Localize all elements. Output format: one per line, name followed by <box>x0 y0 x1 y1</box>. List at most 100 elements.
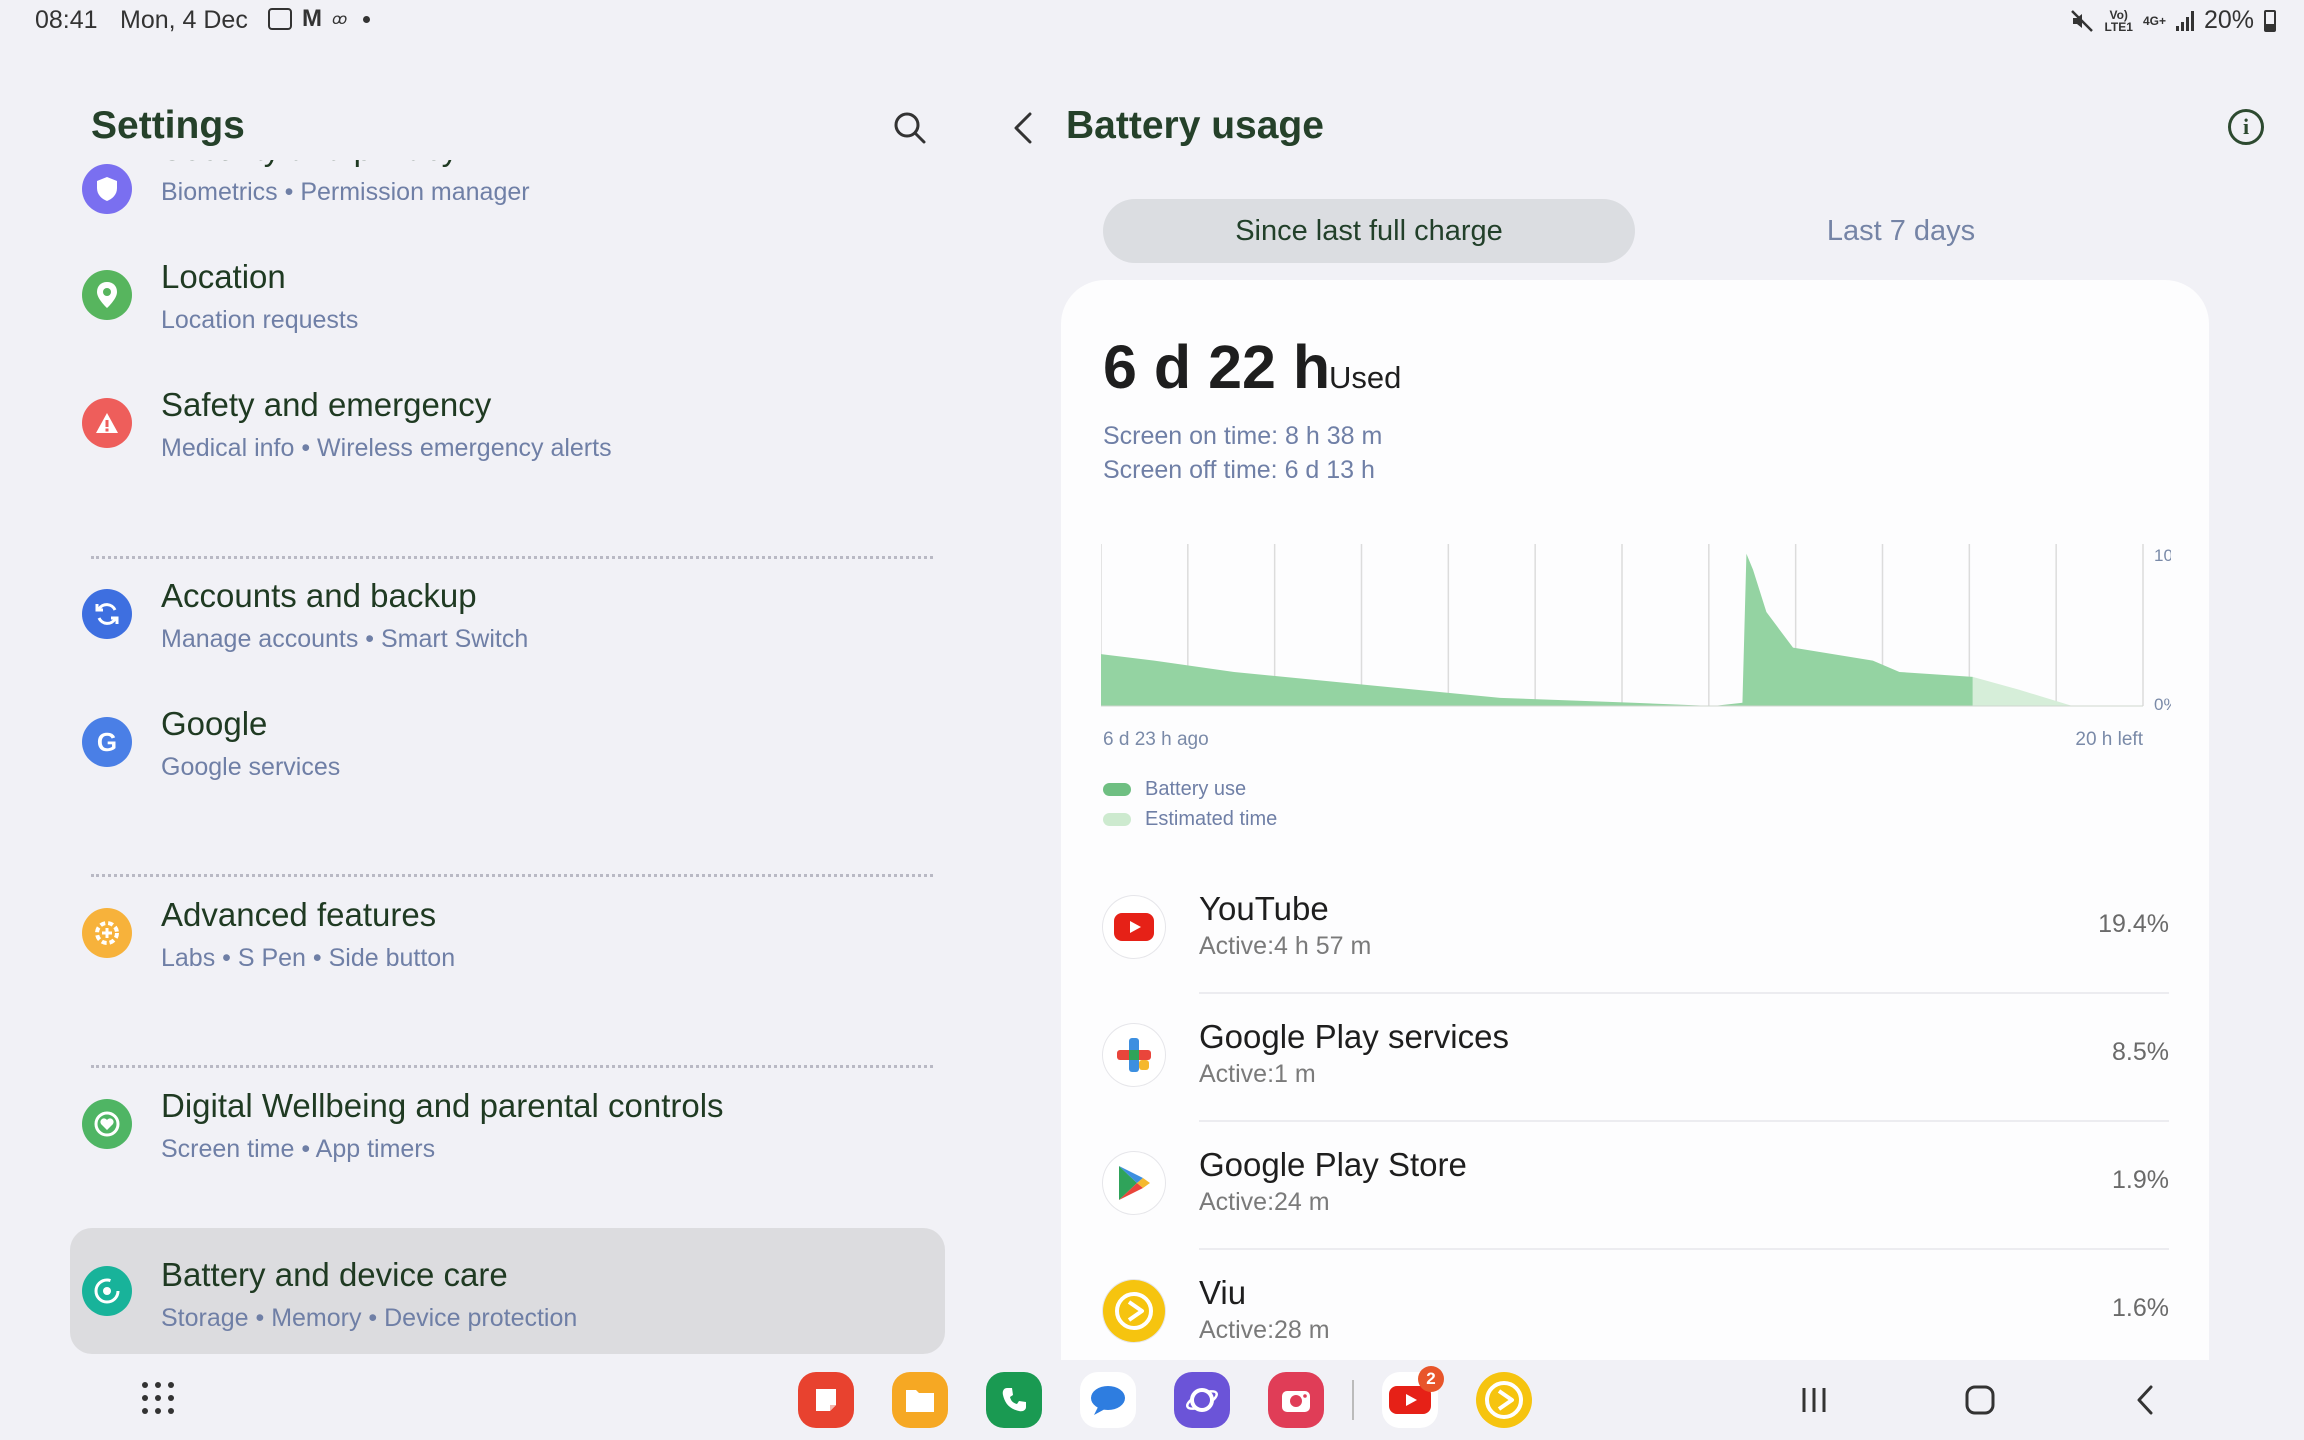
info-button[interactable]: i <box>2228 109 2264 145</box>
alert-icon <box>82 398 132 448</box>
battery-use-area <box>1101 553 1973 706</box>
recent-apps-button[interactable] <box>1792 1378 1836 1422</box>
google-icon: G <box>82 717 132 767</box>
home-icon <box>1965 1385 1995 1415</box>
x-end-label: 20 h left <box>2075 729 2143 750</box>
gmail-notification-icon: M <box>302 5 322 32</box>
app-usage-percent: 1.9% <box>2112 1166 2169 1194</box>
viu-icon[interactable] <box>1476 1372 1532 1428</box>
nav-back-button[interactable] <box>2124 1378 2168 1422</box>
tab-since-last-full-charge[interactable]: Since last full charge <box>1103 199 1635 263</box>
battery-usage-card: 6 d 22 h Used Screen on time: 8 h 38 m S… <box>1061 280 2209 1360</box>
menu-item-subtitle: Google services <box>161 753 341 781</box>
menu-item-advanced-features[interactable]: Advanced features Labs • S Pen • Side bu… <box>70 886 945 1012</box>
app-name: YouTube <box>1199 890 1329 927</box>
menu-item-subtitle: Storage • Memory • Device protection <box>161 1304 578 1332</box>
menu-item-subtitle: Labs • S Pen • Side button <box>161 944 456 972</box>
menu-item-title: Security and privacy <box>161 160 458 168</box>
settings-menu: Security and privacy Biometrics • Permis… <box>70 160 945 1360</box>
youtube-icon[interactable]: 2 <box>1382 1366 1444 1428</box>
home-button[interactable] <box>1958 1378 2002 1422</box>
menu-item-google[interactable]: G Google Google services <box>70 695 945 821</box>
location-pin-icon <box>82 270 132 320</box>
menu-item-battery-device-care[interactable]: Battery and device care Storage • Memory… <box>70 1228 945 1354</box>
menu-item-subtitle: Screen time • App timers <box>161 1135 436 1163</box>
chart-legend: Battery use Estimated time <box>1103 774 1277 834</box>
battery-chart: 100 0% 6 d 23 h ago 20 h left <box>1101 544 2171 750</box>
recents-icon <box>1802 1388 1826 1412</box>
legend-estimated-time: Estimated time <box>1103 804 1277 834</box>
screen-off-time: Screen off time: 6 d 13 h <box>1103 456 1375 484</box>
menu-item-title: Battery and device care <box>161 1256 508 1293</box>
dock-divider <box>1352 1380 1354 1420</box>
menu-item-digital-wellbeing[interactable]: Digital Wellbeing and parental controls … <box>70 1077 945 1203</box>
legend-swatch <box>1103 782 1131 796</box>
legend-battery-use: Battery use <box>1103 774 1277 804</box>
gallery-notification-icon <box>268 8 292 30</box>
battery-icon <box>2264 9 2276 32</box>
app-active-time: Active:28 m <box>1199 1316 1330 1344</box>
battery-percent: 20% <box>2203 6 2254 34</box>
x-start-label: 6 d 23 h ago <box>1103 729 1209 750</box>
camera-icon[interactable] <box>1268 1372 1324 1428</box>
section-divider <box>91 874 933 877</box>
app-row-google-play-store[interactable]: Google Play Store Active:24 m 1.9% <box>1103 1122 2169 1250</box>
section-divider <box>91 1065 933 1068</box>
notification-icons: M ꝏ <box>268 5 371 32</box>
data-type-icon: 4G+ <box>2142 13 2166 28</box>
menu-item-title: Safety and emergency <box>161 386 492 423</box>
menu-item-accounts-backup[interactable]: Accounts and backup Manage accounts • Sm… <box>70 567 945 693</box>
menu-item-location[interactable]: Location Location requests <box>70 248 945 374</box>
app-name: Viu <box>1199 1274 1247 1311</box>
notification-badge: 2 <box>1418 1366 1444 1392</box>
signal-icon <box>2175 10 2194 31</box>
menu-item-title: Accounts and backup <box>161 577 477 614</box>
menu-item-security-privacy[interactable]: Security and privacy Biometrics • Permis… <box>70 160 945 246</box>
shield-icon <box>82 164 132 214</box>
internet-icon[interactable] <box>1174 1372 1230 1428</box>
status-time: 08:41 <box>35 6 98 34</box>
samsung-notes-icon[interactable] <box>798 1372 854 1428</box>
play-store-icon <box>1103 1152 1165 1214</box>
info-icon: i <box>2242 114 2250 139</box>
menu-item-subtitle: Manage accounts • Smart Switch <box>161 625 529 653</box>
estimated-area <box>1972 676 2073 706</box>
app-usage-percent: 8.5% <box>2112 1038 2169 1066</box>
app-row-viu[interactable]: Viu Active:28 m 1.6% <box>1103 1250 2169 1360</box>
app-row-google-play-services[interactable]: Google Play services Active:1 m 8.5% <box>1103 994 2169 1122</box>
app-row-youtube[interactable]: YouTube Active:4 h 57 m 19.4% <box>1103 866 2169 994</box>
menu-item-subtitle: Biometrics • Permission manager <box>161 178 530 206</box>
used-time-value: 6 d 22 h <box>1103 333 1331 401</box>
youtube-icon <box>1103 896 1165 958</box>
page-title: Battery usage <box>1066 104 1324 147</box>
link-notification-icon: ꝏ <box>332 11 348 28</box>
back-button[interactable] <box>1004 106 1044 150</box>
menu-item-safety-emergency[interactable]: Safety and emergency Medical info • Wire… <box>70 376 945 502</box>
menu-item-title: Location <box>161 258 286 295</box>
search-button[interactable] <box>890 108 930 148</box>
app-usage-percent: 1.6% <box>2112 1294 2169 1322</box>
screen-on-time: Screen on time: 8 h 38 m <box>1103 422 1383 450</box>
phone-icon[interactable] <box>986 1372 1042 1428</box>
system-icons: Vo) LTE1 4G+ 20% <box>2070 6 2276 35</box>
tab-last-7-days[interactable]: Last 7 days <box>1635 199 2167 263</box>
heart-icon <box>82 1099 132 1149</box>
more-notifications-icon <box>363 15 371 23</box>
y-min-label: 0% <box>2154 695 2171 714</box>
taskbar: 2 <box>0 1360 2304 1440</box>
used-label: Used <box>1329 360 1402 395</box>
apps-grid-icon[interactable] <box>142 1382 176 1416</box>
menu-item-subtitle: Location requests <box>161 306 359 334</box>
app-active-time: Active:24 m <box>1199 1188 1330 1216</box>
mute-icon <box>2071 9 2094 32</box>
messages-icon[interactable] <box>1080 1372 1136 1428</box>
device-care-icon <box>82 1266 132 1316</box>
y-max-label: 100 <box>2154 546 2171 565</box>
app-active-time: Active:4 h 57 m <box>1199 932 1372 960</box>
legend-swatch <box>1103 812 1131 826</box>
sync-icon <box>82 589 132 639</box>
period-tabs: Since last full charge Last 7 days <box>1103 199 2167 263</box>
chevron-left-icon <box>1014 112 1032 144</box>
my-files-icon[interactable] <box>892 1372 948 1428</box>
menu-item-title: Google <box>161 705 268 742</box>
